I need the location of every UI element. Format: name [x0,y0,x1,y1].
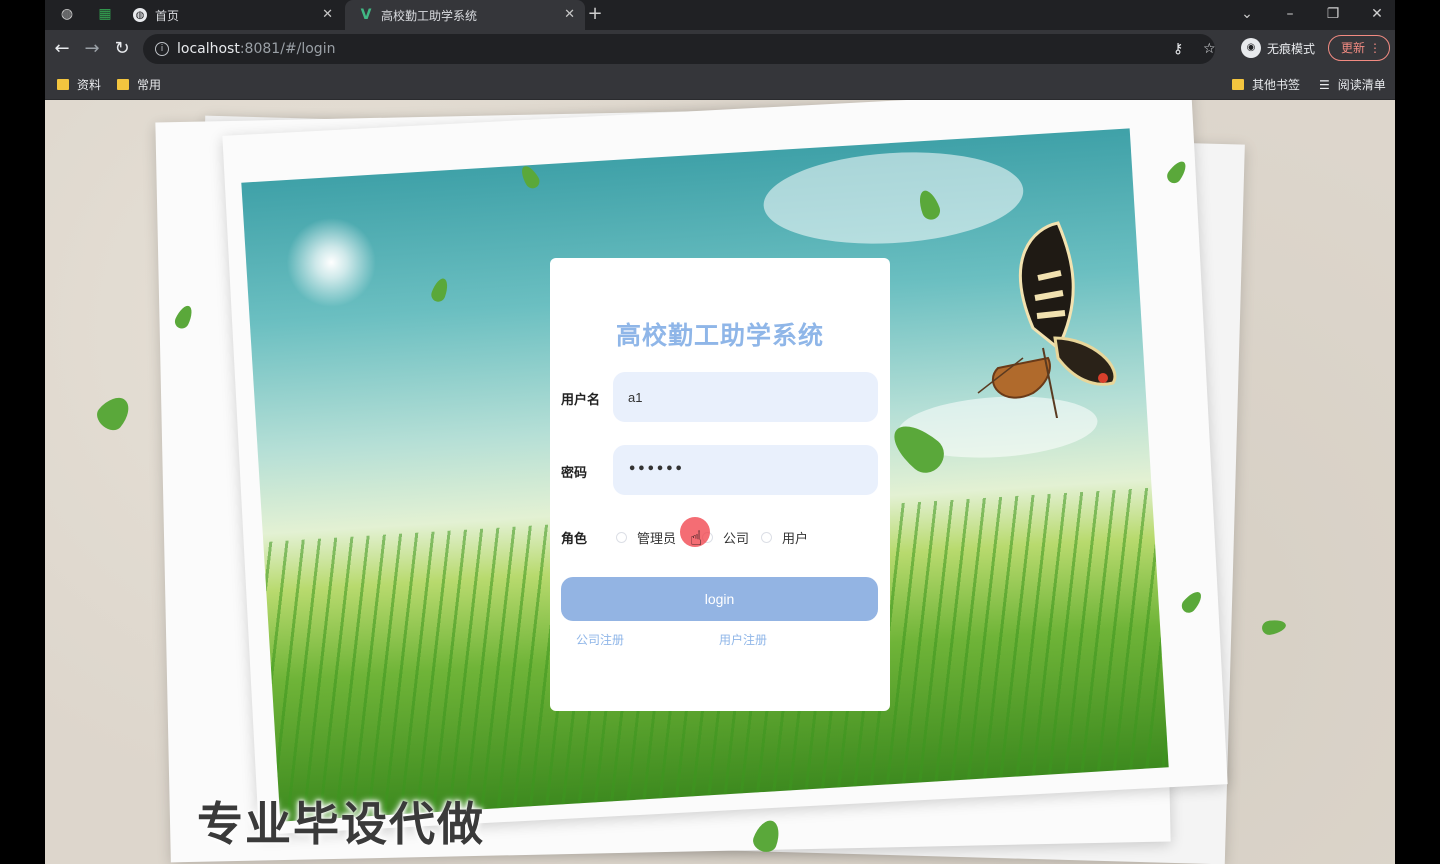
reload-icon[interactable]: ↻ [111,38,133,60]
bookmark-folder-ziliao[interactable]: 资料 [57,76,101,93]
tab-strip: ◍ ▦ ◍ 首页 ✕ V 高校勤工助学系统 ✕ + ⌄ – ❐ ✕ [45,0,1395,30]
page-title: 高校勤工助学系统 [615,321,824,350]
close-window-icon[interactable]: ✕ [1367,4,1387,24]
sheets-icon[interactable]: ▦ [95,4,115,24]
sun-glow [283,214,379,311]
leaf [1260,618,1288,636]
star-icon[interactable]: ☆ [1203,41,1216,57]
login-button[interactable]: login [561,577,878,621]
minimize-icon[interactable]: – [1280,4,1300,24]
role-radio-group: 管理员 公司 用户 [616,528,820,547]
leaf [92,390,136,436]
reading-list[interactable]: ☰ 阅读清单 [1319,76,1386,93]
hand-pointer-icon: ☝ [690,526,703,550]
vue-icon: V [360,7,372,23]
back-icon[interactable]: ← [51,38,73,60]
folder-icon [117,79,129,90]
user-register-link[interactable]: 用户注册 [719,631,767,648]
radio-circle[interactable] [616,532,627,543]
folder-icon [1232,79,1244,90]
butterfly-illustration [977,221,1117,418]
password-input[interactable]: •••••• [613,445,878,495]
username-label: 用户名 [561,393,601,408]
radio-circle[interactable] [761,532,773,543]
browser-window: ◍ ▦ ◍ 首页 ✕ V 高校勤工助学系统 ✕ + ⌄ – ❐ ✕ ← → ↻ … [45,0,1395,864]
tab-home-label: 首页 [155,8,180,23]
update-button[interactable]: 更新 ⋮ [1328,35,1390,61]
incognito-icon: ◉ [1241,38,1261,58]
incognito-profile[interactable]: ◉ 无痕模式 [1241,38,1315,58]
globe-icon: ◍ [133,8,147,22]
watermark-text: 专业毕设代做 [197,797,485,851]
company-register-link[interactable]: 公司注册 [576,631,624,648]
restore-icon[interactable]: ❐ [1323,4,1343,24]
forward-icon[interactable]: → [81,38,103,60]
login-card: 高校勤工助学系统 用户名 密码 •••••• 角色 管理员 公司 用户 [550,258,890,711]
page-viewport: 高校勤工助学系统 用户名 密码 •••••• 角色 管理员 公司 用户 [45,100,1395,864]
reading-list-icon: ☰ [1319,77,1330,92]
password-label: 密码 [561,466,588,481]
more-icon[interactable]: ⋮ [1369,36,1381,60]
info-icon[interactable]: i [155,42,169,56]
key-icon[interactable]: ⚷ [1173,41,1183,57]
chevron-down-icon[interactable]: ⌄ [1237,4,1257,24]
role-label: 角色 [561,532,588,547]
folder-icon [57,79,69,90]
role-user-radio[interactable]: 用户 [761,528,808,547]
bookmark-label: 其他书签 [1252,78,1301,92]
tab-home[interactable]: ◍ 首页 ✕ [133,0,343,30]
bookmark-label: 阅读清单 [1337,78,1386,92]
url-host: localhost [177,41,240,57]
new-tab-icon[interactable]: + [585,4,605,24]
profile-label: 无痕模式 [1267,41,1316,56]
bookmark-label: 常用 [137,78,162,92]
bookmarks-bar: 资料 常用 其他书签 ☰ 阅读清单 [45,68,1395,100]
tab-login[interactable]: V 高校勤工助学系统 ✕ [345,0,585,30]
toolbar: ← → ↻ i localhost:8081/#/login ⚷ ☆ ◉ 无痕模… [45,30,1395,68]
close-icon[interactable]: ✕ [322,7,333,22]
update-label: 更新 [1341,41,1366,55]
tab-login-label: 高校勤工助学系统 [381,8,478,23]
role-admin-radio[interactable]: 管理员 [616,528,676,547]
address-bar[interactable]: i localhost:8081/#/login ⚷ ☆ [143,34,1216,64]
url-path: :8081/#/login [239,41,336,57]
close-icon[interactable]: ✕ [564,7,575,22]
role-option-label: 管理员 [637,532,677,547]
bookmark-other[interactable]: 其他书签 [1232,76,1300,93]
role-option-label: 用户 [782,532,809,547]
role-option-label: 公司 [723,532,750,547]
browser-globe-icon[interactable]: ◍ [57,4,77,24]
bookmark-label: 资料 [77,78,102,92]
bookmark-folder-changyong[interactable]: 常用 [117,76,161,93]
username-input[interactable] [613,372,878,422]
